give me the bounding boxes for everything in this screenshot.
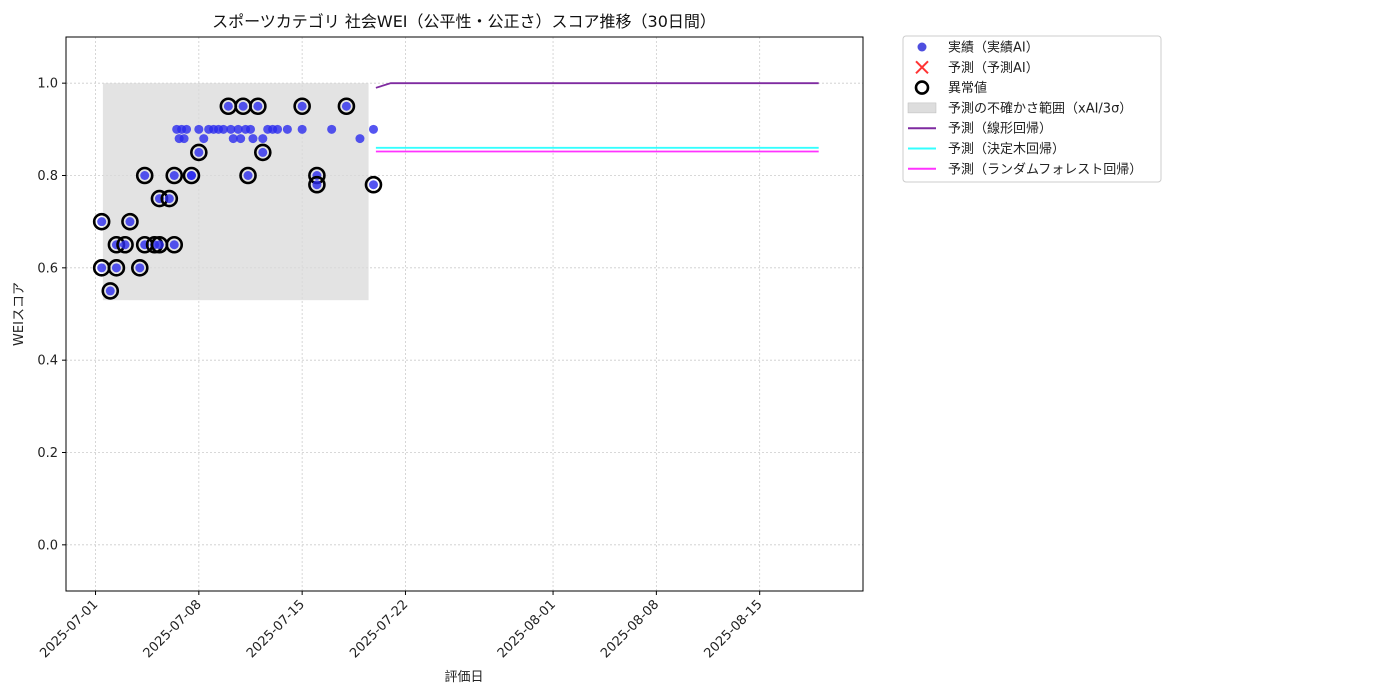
legend: 実績（実績AI） 予測（予測AI） 異常値予測の不確かさ範囲（xAI/3σ） 予測（線… — [902, 35, 1162, 183]
legend-label: 予測（ランダムフォレスト回帰） — [948, 161, 1142, 177]
x-tick-label: 2025-08-01 — [495, 597, 559, 661]
data-point — [105, 286, 115, 296]
data-point — [111, 263, 121, 273]
data-point — [169, 240, 179, 250]
x-tick-label: 2025-07-01 — [37, 597, 101, 661]
data-point — [238, 101, 248, 111]
chart-canvas: スポーツカテゴリ 社会WEI（公平性・公正さ）スコア推移（30日間） 0.00.… — [12, 12, 1162, 685]
data-point — [245, 124, 255, 134]
data-point — [368, 124, 378, 134]
data-point — [312, 180, 322, 190]
data-point — [355, 134, 365, 144]
data-point — [164, 194, 174, 204]
data-point — [248, 134, 258, 144]
data-point — [273, 124, 283, 134]
data-point — [297, 124, 307, 134]
data-point — [154, 240, 164, 250]
data-point — [194, 147, 204, 157]
data-point — [258, 134, 268, 144]
y-tick-label: 0.4 — [37, 354, 58, 369]
data-point — [186, 171, 196, 180]
legend-marker-band — [907, 102, 937, 114]
data-point — [120, 240, 130, 250]
legend-label: 異常値 — [948, 80, 987, 96]
data-point — [282, 124, 292, 134]
x-axis-label: 評価日 — [444, 670, 483, 685]
data-point — [368, 180, 378, 190]
data-point — [125, 217, 135, 227]
y-tick-label: 0.0 — [37, 538, 58, 553]
x-tick-label: 2025-07-22 — [347, 597, 411, 661]
legend-label: 実績（実績AI） — [948, 40, 1039, 56]
data-point — [199, 134, 209, 144]
y-tick-label: 1.0 — [37, 77, 58, 92]
data-point — [243, 171, 253, 180]
chart-title: スポーツカテゴリ 社会WEI（公平性・公正さ）スコア推移（30日間） — [212, 12, 716, 31]
legend-label: 予測（決定木回帰） — [948, 141, 1065, 157]
x-tick-label: 2025-08-15 — [701, 597, 765, 661]
data-point — [223, 101, 233, 111]
y-tick-label: 0.2 — [37, 446, 58, 461]
legend-label: 予測（予測AI） — [948, 61, 1039, 76]
y-tick-label: 0.6 — [37, 261, 58, 276]
data-point — [182, 124, 192, 134]
data-point — [169, 171, 179, 180]
x-tick-label: 2025-08-08 — [598, 597, 662, 661]
legend-label: 予測（線形回帰） — [948, 121, 1052, 137]
data-point — [258, 147, 268, 157]
x-tick-label: 2025-07-08 — [141, 597, 205, 661]
legend-marker-dot — [917, 42, 927, 52]
data-point — [179, 134, 189, 144]
data-point — [297, 101, 307, 111]
data-point — [97, 263, 107, 273]
legend-label: 予測の不確かさ範囲（xAI/3σ） — [948, 100, 1132, 116]
plot-area: 0.0 0.2 0.4 0.6 0.8 1.0 2025-07-01 2025-07-08 20… — [37, 36, 864, 661]
forecast-line — [375, 82, 819, 89]
data-point — [97, 217, 107, 227]
data-point — [327, 124, 337, 134]
data-point — [236, 134, 246, 144]
data-point — [341, 101, 351, 111]
data-point — [140, 171, 150, 180]
y-axis-label: WEIスコア — [12, 282, 27, 346]
y-tick-label: 0.8 — [37, 169, 58, 184]
x-tick-label: 2025-07-15 — [244, 597, 308, 661]
data-point — [253, 101, 263, 111]
data-point — [194, 124, 204, 134]
data-point — [135, 263, 145, 273]
